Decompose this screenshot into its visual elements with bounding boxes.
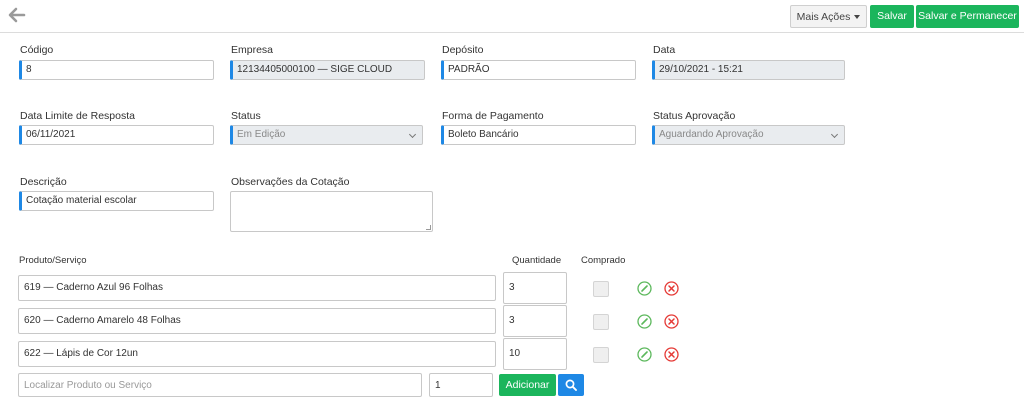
deposito-field[interactable]: PADRÃO — [441, 60, 636, 80]
edit-icon[interactable] — [637, 314, 652, 329]
purchased-checkbox[interactable] — [593, 281, 609, 297]
quantity-column-header: Quantidade — [512, 255, 562, 266]
purchased-checkbox[interactable] — [593, 314, 609, 330]
quantity-field[interactable]: 10 — [503, 338, 567, 370]
observacoes-textarea[interactable] — [230, 191, 433, 232]
status-aprovacao-label: Status Aprovação — [653, 110, 736, 122]
edit-icon[interactable] — [637, 281, 652, 296]
purchased-checkbox[interactable] — [593, 347, 609, 363]
search-product-button[interactable] — [558, 374, 584, 396]
resize-grip-icon — [426, 225, 431, 230]
product-search-input[interactable] — [18, 373, 422, 397]
top-toolbar: Mais Ações Salvar Salvar e Permanecer — [0, 0, 1024, 33]
product-field[interactable]: 622 — Lápis de Cor 12un — [18, 341, 496, 367]
empresa-field: 12134405000100 — SIGE CLOUD — [230, 60, 425, 80]
back-arrow-icon[interactable] — [6, 4, 28, 26]
delete-icon[interactable] — [664, 314, 679, 329]
purchased-column-header: Comprado — [581, 255, 626, 266]
deposito-label: Depósito — [442, 44, 484, 56]
status-aprovacao-select: Aguardando Aprovação — [652, 125, 845, 145]
quantity-field[interactable]: 3 — [503, 272, 567, 304]
more-actions-label: Mais Ações — [796, 11, 851, 23]
more-actions-button[interactable]: Mais Ações — [790, 5, 867, 28]
observacoes-label: Observações da Cotação — [231, 176, 350, 188]
caret-down-icon — [854, 15, 861, 20]
status-label: Status — [231, 110, 261, 122]
delete-icon[interactable] — [664, 281, 679, 296]
data-limite-label: Data Limite de Resposta — [20, 110, 135, 122]
edit-icon[interactable] — [637, 347, 652, 362]
add-quantity-input[interactable] — [429, 373, 493, 397]
add-item-button[interactable]: Adicionar — [499, 374, 556, 396]
descricao-label: Descrição — [20, 176, 67, 188]
delete-icon[interactable] — [664, 347, 679, 362]
descricao-field[interactable]: Cotação material escolar — [19, 191, 214, 211]
save-button[interactable]: Salvar — [870, 5, 914, 28]
save-and-stay-button[interactable]: Salvar e Permanecer — [916, 5, 1019, 28]
data-field: 29/10/2021 - 15:21 — [652, 60, 845, 80]
forma-pagamento-label: Forma de Pagamento — [442, 110, 544, 122]
quantity-field[interactable]: 3 — [503, 305, 567, 337]
codigo-field[interactable]: 8 — [19, 60, 214, 80]
codigo-label: Código — [20, 44, 54, 56]
product-column-header: Produto/Serviço — [19, 255, 87, 266]
search-icon — [565, 379, 577, 391]
data-limite-field[interactable]: 06/11/2021 — [19, 125, 214, 145]
product-field[interactable]: 620 — Caderno Amarelo 48 Folhas — [18, 308, 496, 334]
empresa-label: Empresa — [231, 44, 274, 56]
status-select: Em Edição — [230, 125, 423, 145]
data-label: Data — [653, 44, 676, 56]
forma-pagamento-field[interactable]: Boleto Bancário — [441, 125, 636, 145]
product-field[interactable]: 619 — Caderno Azul 96 Folhas — [18, 275, 496, 301]
